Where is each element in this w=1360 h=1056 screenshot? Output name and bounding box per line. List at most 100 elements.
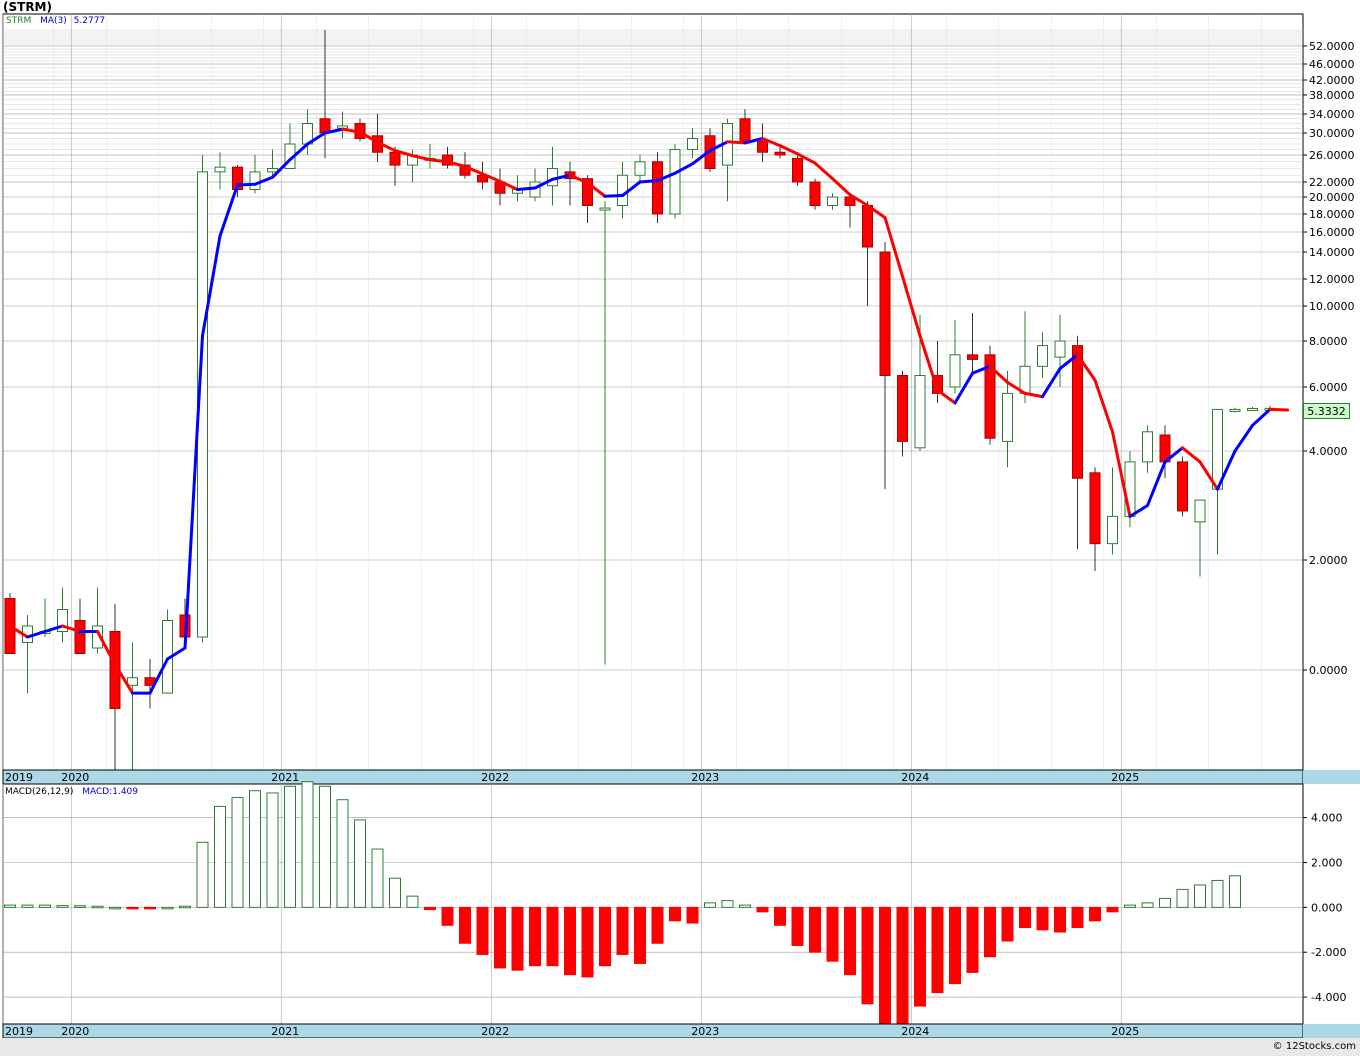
macd-tick-label: 2.000	[1311, 857, 1343, 870]
macd-bar	[231, 796, 244, 908]
chart-title: (STRM)	[3, 0, 52, 14]
price-tick-label: 4.0000	[1309, 445, 1348, 458]
candle-body	[1054, 340, 1066, 358]
macd-bar	[844, 906, 856, 976]
price-tick-label: 10.0000	[1309, 300, 1355, 313]
macd-bar	[1159, 897, 1171, 908]
footer-band	[0, 1038, 1360, 1056]
candle-body	[1019, 365, 1031, 394]
macd-bar	[651, 906, 664, 944]
macd-bar	[406, 895, 419, 908]
price-tick-label: 30.0000	[1309, 127, 1355, 140]
last-price-badge: 5.3332	[1303, 403, 1350, 419]
macd-bar	[56, 905, 69, 908]
ma3-segment	[726, 140, 747, 145]
candle-body	[1002, 392, 1013, 442]
macd-bar	[1176, 888, 1189, 908]
macd-bar	[441, 906, 454, 926]
candle-body	[74, 620, 86, 654]
macd-bar	[371, 848, 384, 908]
price-year-label: 2025	[1111, 771, 1139, 784]
candle-body	[757, 140, 768, 153]
macd-bar	[91, 905, 104, 909]
candle-body	[617, 174, 628, 206]
price-tick-label: 52.0000	[1309, 40, 1355, 53]
macd-bar	[949, 906, 961, 985]
price-year-label: 2024	[901, 771, 929, 784]
macd-bar	[1019, 906, 1031, 929]
macd-panel: 4.000 2.000 0.000 -2.000 -4.000 2019 2020 2021 2…	[0, 781, 1360, 1056]
macd-bar	[809, 906, 821, 953]
price-year-label: 2022	[481, 771, 509, 784]
ma3-segment	[603, 194, 624, 198]
candle-body	[897, 375, 908, 442]
macd-bar	[739, 904, 751, 908]
candle-body	[914, 375, 926, 449]
macd-bar	[284, 785, 296, 908]
candle-body	[1177, 461, 1188, 512]
macd-bar	[669, 906, 681, 922]
candle-body	[214, 166, 226, 173]
macd-bar	[1229, 875, 1241, 908]
copyright-footer: © 12Stocks.com	[1272, 1041, 1356, 1052]
candle-body	[669, 149, 681, 215]
candle-body	[827, 196, 838, 206]
macd-bar	[686, 906, 699, 924]
macd-bar	[896, 906, 909, 1025]
price-panel: 52.0000 46.0000 42.0000 38.0000 34.0000 30.00…	[1, 13, 1360, 785]
macd-bar	[879, 906, 891, 1027]
price-tick-label: 42.0000	[1309, 74, 1355, 87]
price-tick-label: 34.0000	[1309, 108, 1355, 121]
macd-bar	[704, 902, 716, 908]
macd-bar	[984, 906, 996, 958]
macd-bar	[214, 805, 226, 908]
price-tick-label: 2.0000	[1309, 554, 1348, 567]
macd-bar	[126, 906, 139, 910]
macd-legend-value: MACD:1.409	[82, 787, 139, 797]
macd-bar	[74, 905, 86, 908]
legend-ticker: STRM	[6, 16, 32, 26]
macd-bar	[1141, 902, 1154, 908]
stock-chart: 52.0000 46.0000 42.0000 38.0000 34.0000 30.00…	[0, 13, 1360, 1056]
candle-body	[1212, 408, 1223, 490]
macd-bar	[389, 877, 401, 908]
candle-body	[1089, 472, 1101, 545]
candle-body	[792, 157, 803, 183]
macd-bar	[21, 904, 34, 908]
macd-bar	[914, 906, 926, 1007]
macd-year-label: 2024	[901, 1025, 929, 1038]
candle-body	[389, 151, 401, 166]
macd-bar	[1106, 906, 1119, 913]
macd-bar	[459, 906, 471, 944]
macd-bar	[599, 906, 611, 967]
macd-bar	[529, 906, 541, 967]
macd-year-label: 2020	[61, 1025, 89, 1038]
macd-bar	[196, 841, 209, 908]
price-year-label: 2021	[271, 771, 299, 784]
macd-year-label: 2023	[691, 1025, 719, 1038]
candle-body	[599, 207, 611, 211]
price-year-label: 2020	[61, 771, 89, 784]
price-tick-label: 46.0000	[1309, 58, 1355, 71]
macd-bar	[1054, 906, 1066, 933]
price-year-band-right	[1303, 770, 1360, 784]
legend-ma-value: 5.2777	[73, 16, 106, 26]
macd-bar	[109, 906, 121, 910]
price-tick-label: 18.0000	[1309, 208, 1355, 221]
legend-ma-label: MA(3)	[40, 16, 67, 26]
macd-bar	[319, 785, 331, 908]
candle-body	[634, 161, 646, 176]
macd-bar	[494, 906, 506, 969]
last-price-value: 5.3332	[1307, 405, 1346, 418]
macd-year-label: 2021	[271, 1025, 299, 1038]
macd-bar	[4, 904, 16, 908]
price-year-label: 2023	[691, 771, 719, 784]
macd-year-band-right	[1303, 1024, 1360, 1038]
ma3-segment	[428, 158, 449, 164]
macd-year-label: 2019	[5, 1025, 33, 1038]
candle-body	[687, 138, 698, 150]
macd-bar	[1194, 884, 1206, 908]
candle-body	[1072, 345, 1083, 479]
macd-legend-label: MACD(26,12,9)	[5, 787, 74, 797]
ma3-segment	[236, 182, 257, 187]
